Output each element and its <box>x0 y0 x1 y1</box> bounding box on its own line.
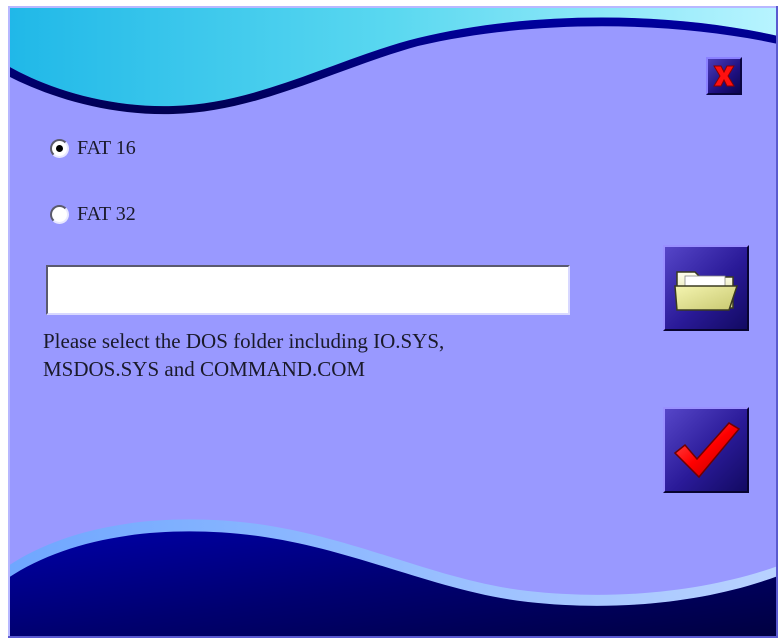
browse-folder-button[interactable] <box>663 245 749 331</box>
dos-folder-dialog: FAT 16 FAT 32 Please select the DOS fold… <box>8 6 779 639</box>
radio-label-fat32: FAT 32 <box>77 203 136 225</box>
confirm-button[interactable] <box>663 407 749 493</box>
radio-fat32[interactable]: FAT 32 <box>50 203 136 226</box>
radio-button-unselected[interactable] <box>50 205 69 224</box>
radio-label-fat16: FAT 16 <box>77 137 136 159</box>
help-text-line-1: Please select the DOS folder including I… <box>43 329 445 353</box>
close-x-icon <box>713 65 735 87</box>
radio-button-selected[interactable] <box>50 139 69 158</box>
help-text: Please select the DOS folder including I… <box>43 327 603 383</box>
folder-path-input[interactable] <box>46 265 570 315</box>
checkmark-icon <box>673 422 741 479</box>
folder-icon <box>674 271 739 311</box>
help-text-line-2: MSDOS.SYS and COMMAND.COM <box>43 357 366 381</box>
close-button[interactable] <box>706 57 742 95</box>
radio-fat16[interactable]: FAT 16 <box>50 137 136 160</box>
radio-dot <box>56 145 63 152</box>
